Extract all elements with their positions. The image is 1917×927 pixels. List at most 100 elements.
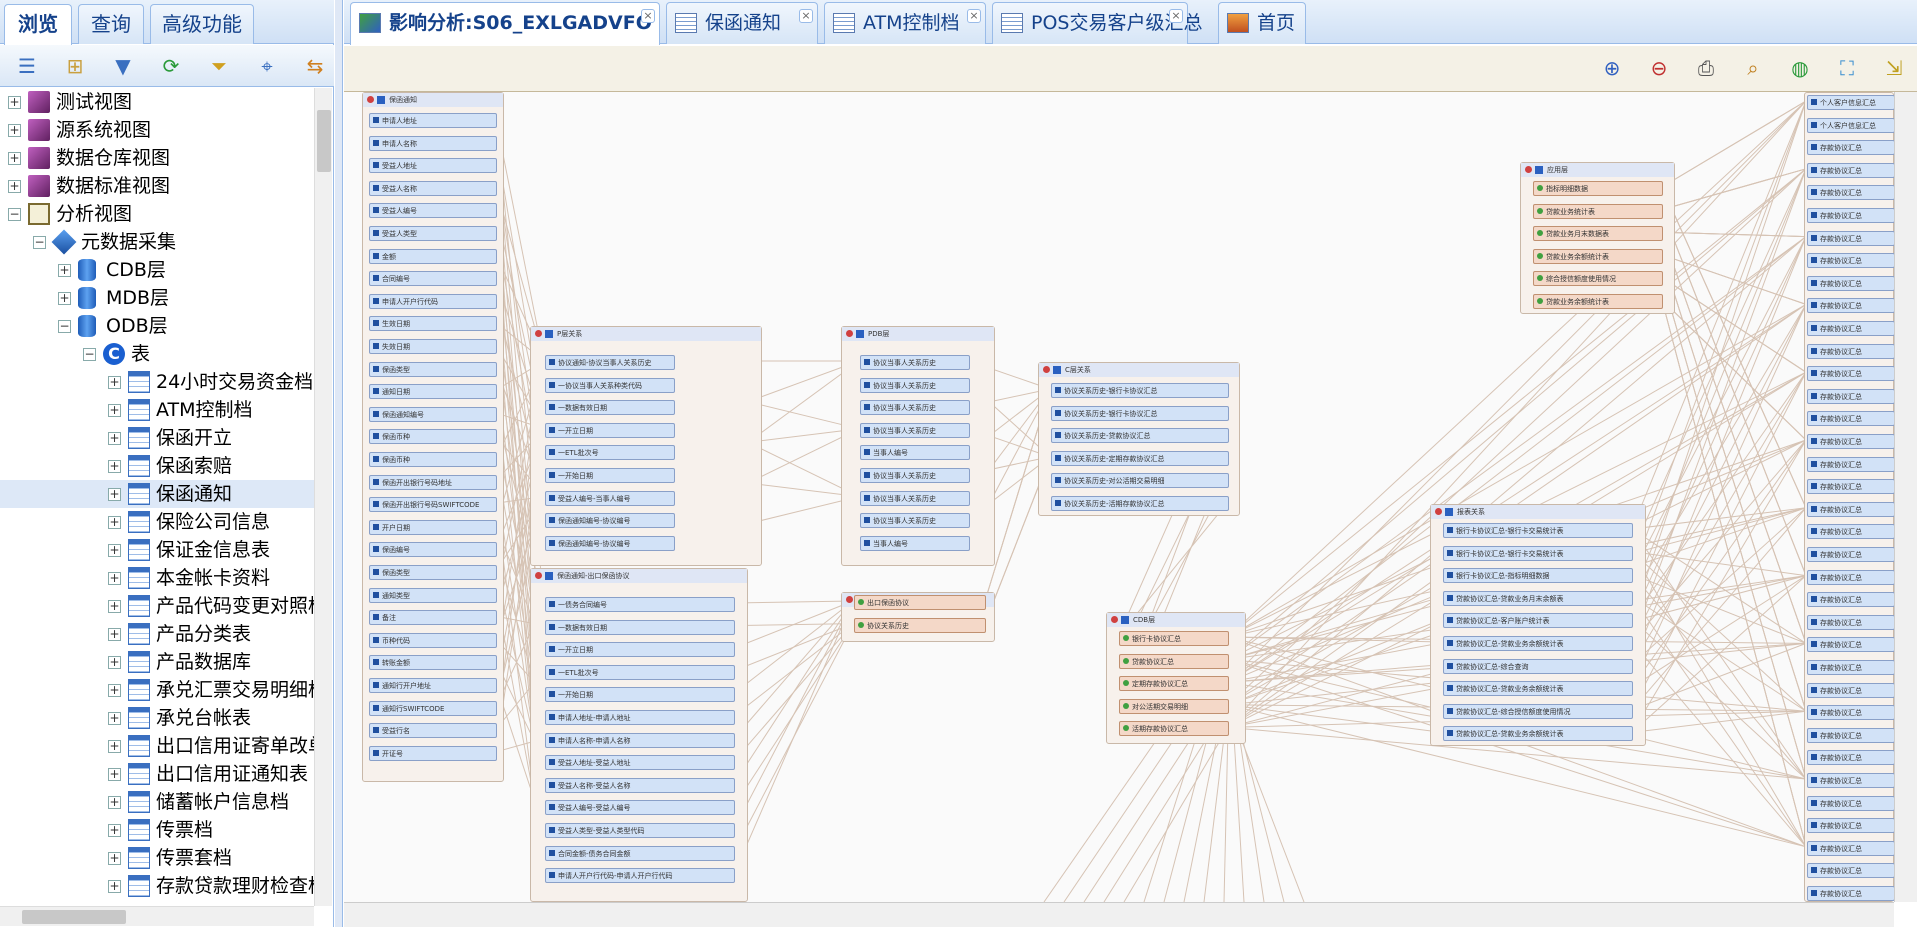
diagram-field[interactable]: 保函币种 xyxy=(369,452,497,467)
diagram-field[interactable]: 存款协议汇总 xyxy=(1807,660,1894,675)
diagram-field[interactable]: 银行卡协议汇总-指标明细数据 xyxy=(1443,568,1633,584)
diagram-field[interactable]: 保函开出银行号码地址 xyxy=(369,474,497,490)
tree-node[interactable]: + 承兑台帐表 xyxy=(0,704,316,732)
expand-all-icon[interactable]: ⊞ xyxy=(62,53,88,79)
diagram-field[interactable]: 指标明细数据 xyxy=(1533,181,1663,196)
diagram-field[interactable]: 受益人名称-受益人名称 xyxy=(545,777,735,793)
diagram-field[interactable]: 存款协议汇总 xyxy=(1807,140,1894,156)
expand-toggle-icon[interactable]: + xyxy=(58,292,71,305)
tree-node[interactable]: + 保函开立 xyxy=(0,424,316,452)
tree-node[interactable]: + 储蓄帐户信息档 xyxy=(0,788,316,816)
zoom-out-icon[interactable]: ⊖ xyxy=(1645,54,1673,82)
close-icon[interactable]: × xyxy=(1169,9,1183,23)
tab-document[interactable]: 影响分析:S06_EXLGADVFO × xyxy=(350,2,660,45)
tree-node[interactable]: + 数据仓库视图 xyxy=(0,144,316,172)
diagram-field[interactable]: 保函通知编号-协议编号 xyxy=(545,513,675,529)
tab-document[interactable]: 首页 xyxy=(1218,2,1306,44)
diagram-field[interactable]: 协议当事人关系历史 xyxy=(860,468,970,483)
diagram-field[interactable]: 保函通知编号-协议编号 xyxy=(545,535,675,551)
diagram-field[interactable]: 贷款业务统计表 xyxy=(1533,203,1663,219)
diagram-field[interactable]: 当事人编号 xyxy=(860,535,970,551)
diagram-field[interactable]: 受益行名 xyxy=(369,723,497,739)
diagram-field[interactable]: 通知行SWIFTCODE xyxy=(369,700,497,716)
diagram-field[interactable]: 保函类型 xyxy=(369,565,497,580)
diagram-field[interactable]: 转账金额 xyxy=(369,655,497,671)
diagram-field[interactable]: 协议当事人关系历史 xyxy=(860,355,970,370)
diagram-field[interactable]: 存款协议汇总 xyxy=(1807,592,1894,608)
diagram-group[interactable]: 应用层 指标明细数据 贷款业务统计表 贷款业务月末数据表 贷款业务余额统计表 综合授信额度… xyxy=(1520,162,1675,314)
diagram-field[interactable]: 存款协议汇总 xyxy=(1807,501,1894,517)
diagram-field[interactable]: 协议关系历史-银行卡协议汇总 xyxy=(1051,383,1229,398)
diagram-field[interactable]: 存款协议汇总 xyxy=(1807,275,1894,291)
scroll-thumb[interactable] xyxy=(22,910,126,924)
tree-vertical-scrollbar[interactable] xyxy=(314,88,332,906)
diagram-field[interactable]: 开户日期 xyxy=(369,519,497,535)
diagram-field[interactable]: 存款协议汇总 xyxy=(1807,434,1894,449)
diagram-horizontal-scrollbar[interactable] xyxy=(344,902,1894,927)
diagram-field[interactable]: 通知行开户地址 xyxy=(369,678,497,693)
tree-horizontal-scrollbar[interactable] xyxy=(0,906,314,926)
diagram-field[interactable]: 受益人地址 xyxy=(369,158,497,174)
diagram-field[interactable]: 贷款协议汇总-贷款业务余额统计表 xyxy=(1443,681,1633,697)
panel-splitter[interactable] xyxy=(335,0,343,927)
diagram-group[interactable]: CDB层 银行卡协议汇总 贷款协议汇总 定期存款协议汇总 对公活期交易明细 活期存款协议汇… xyxy=(1106,612,1246,744)
close-icon[interactable]: × xyxy=(967,9,981,23)
diagram-field[interactable]: 存款协议汇总 xyxy=(1807,705,1894,721)
diagram-field[interactable]: 存款协议汇总 xyxy=(1807,479,1894,495)
tree-node[interactable]: + 保险公司信息 xyxy=(0,508,316,536)
diagram-field[interactable]: 一开立日期 xyxy=(545,422,675,438)
tree-node[interactable]: + CDB层 xyxy=(0,256,316,284)
diagram-field[interactable]: 受益人类型-受益人类型代码 xyxy=(545,823,735,838)
diagram-field[interactable]: 币种代码 xyxy=(369,632,497,648)
diagram-field[interactable]: 协议当事人关系历史 xyxy=(860,377,970,393)
search-icon[interactable]: ⌕ xyxy=(1739,54,1767,82)
diagram-field[interactable]: 受益人类型 xyxy=(369,226,497,241)
diagram-field[interactable]: 开证号 xyxy=(369,745,497,761)
diagram-field[interactable]: 保函开出银行号码SWIFTCODE xyxy=(369,497,497,513)
diagram-field[interactable]: 失效日期 xyxy=(369,339,497,354)
tree-node[interactable]: + ATM控制档 xyxy=(0,396,316,424)
diagram-field[interactable]: 一债务合同编号 xyxy=(545,597,735,612)
tree-node[interactable]: + 数据标准视图 xyxy=(0,172,316,200)
diagram-field[interactable]: 存款协议汇总 xyxy=(1807,366,1894,382)
refresh-icon[interactable]: ⟳ xyxy=(158,53,184,79)
diagram-field[interactable]: 受益人编号 xyxy=(369,203,497,219)
diagram-field[interactable]: 银行卡协议汇总-银行卡交易统计表 xyxy=(1443,523,1633,538)
diagram-field[interactable]: 金额 xyxy=(369,248,497,264)
collapse-toggle-icon[interactable]: − xyxy=(8,208,21,221)
diagram-field[interactable]: 银行卡协议汇总-银行卡交易统计表 xyxy=(1443,545,1633,561)
diagram-group[interactable]: P层关系 协议通知-协议当事人关系历史 一协议当事人关系种类代码 一数据有效日期 一开立… xyxy=(530,326,762,566)
close-icon[interactable]: × xyxy=(641,9,655,23)
diagram-field[interactable]: 存款协议汇总 xyxy=(1807,750,1894,766)
diagram-field[interactable]: 活期存款协议汇总 xyxy=(1119,721,1229,737)
diagram-field[interactable]: 协议当事人关系历史 xyxy=(860,422,970,438)
diagram-field[interactable]: 协议关系历史-对公活期交易明细 xyxy=(1051,473,1229,489)
diagram-field[interactable]: 申请人开户行代码 xyxy=(369,293,497,309)
collapse-toggle-icon[interactable]: − xyxy=(58,320,71,333)
expand-toggle-icon[interactable]: + xyxy=(8,96,21,109)
fit-icon[interactable]: ⛶ xyxy=(1833,54,1861,82)
diagram-field[interactable]: 综合授信额度使用情况 xyxy=(1533,271,1663,287)
close-icon[interactable]: × xyxy=(799,9,813,23)
list-icon[interactable]: ☰ xyxy=(14,53,40,79)
diagram-field[interactable]: 备注 xyxy=(369,610,497,626)
diagram-field[interactable]: 协议通知-协议当事人关系历史 xyxy=(545,355,675,370)
diagram-field[interactable]: 对公活期交易明细 xyxy=(1119,698,1229,714)
diagram-group[interactable]: 个人客户信息汇总 个人客户信息汇总 存款协议汇总 存款协议汇总 存款协议汇总 存款协议汇总… xyxy=(1804,92,1894,902)
diagram-field[interactable]: 通知日期 xyxy=(369,384,497,400)
expand-toggle-icon[interactable]: + xyxy=(108,768,121,781)
diagram-field[interactable]: 一开始日期 xyxy=(545,687,735,703)
expand-toggle-icon[interactable]: + xyxy=(8,180,21,193)
tree-node[interactable]: − 分析视图 xyxy=(0,200,316,228)
diagram-field[interactable]: 一数据有效日期 xyxy=(545,619,735,635)
diagram-field[interactable]: 贷款协议汇总-贷款业务余额统计表 xyxy=(1443,726,1633,742)
tab-document[interactable]: ATM控制档 × xyxy=(824,2,986,44)
tree-node[interactable]: − ODB层 xyxy=(0,312,316,340)
diagram-field[interactable]: 协议当事人关系历史 xyxy=(860,513,970,529)
expand-toggle-icon[interactable]: + xyxy=(8,124,21,137)
diagram-field[interactable]: 存款协议汇总 xyxy=(1807,253,1894,269)
diagram-field[interactable]: 存款协议汇总 xyxy=(1807,863,1894,879)
diagram-field[interactable]: 出口保函协议 xyxy=(854,595,986,610)
tree-node[interactable]: + 保函通知 xyxy=(0,480,316,508)
filter-icon[interactable]: ⏷ xyxy=(206,53,232,79)
